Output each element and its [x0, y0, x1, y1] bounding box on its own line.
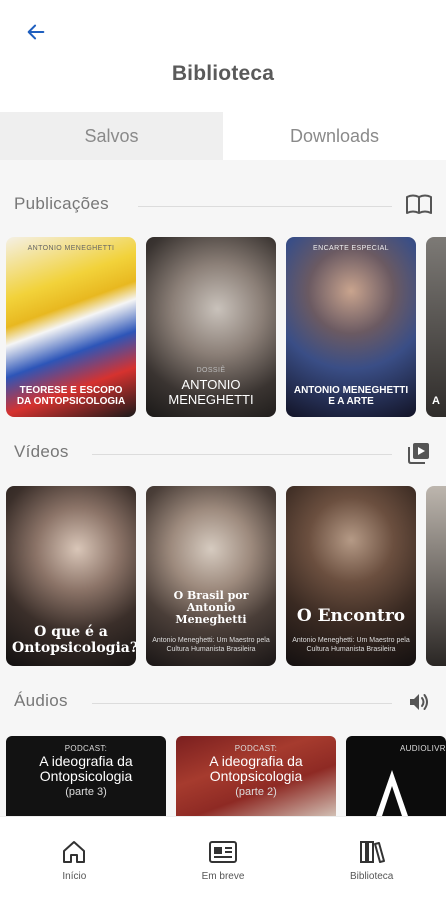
audio-card[interactable]: PODCAST: A ideografia da Ontopsicologia … — [6, 736, 166, 816]
publication-eyebrow: Antonio Meneghetti — [27, 245, 115, 252]
library-content[interactable]: Publicações Antonio Meneghetti TEORESE E… — [0, 160, 446, 816]
audiobook-cover-art — [376, 770, 408, 816]
section-header-publicacoes: Publicações — [0, 184, 446, 224]
video-card[interactable]: O Encontro Antonio Meneghetti: Um Maestr… — [286, 486, 416, 666]
audio-card[interactable]: AUDIOLIVR — [346, 736, 446, 816]
video-card[interactable]: O Brasil por Antonio Meneghetti Antonio … — [146, 486, 276, 666]
open-book-icon — [406, 194, 432, 214]
section-divider — [92, 454, 392, 455]
tab-downloads[interactable]: Downloads — [223, 112, 446, 160]
nav-label-biblioteca: Biblioteca — [350, 871, 394, 882]
nav-label-em-breve: Em breve — [201, 871, 245, 882]
video-subtitle: Antonio Meneghetti: Um Maestro pela Cult… — [292, 637, 410, 653]
audio-title: A ideografia da Ontopsicologia — [209, 753, 303, 785]
video-card[interactable] — [426, 486, 446, 666]
videos-carousel[interactable]: O que é a Ontopsicologia? O Brasil por A… — [0, 486, 446, 666]
publication-title: ANTONIO MENEGHETTI — [168, 377, 254, 407]
page-title: Biblioteca — [171, 62, 275, 85]
audio-part: (parte 2) — [235, 786, 277, 798]
videos-button[interactable] — [404, 438, 434, 468]
section-divider — [92, 703, 392, 704]
nav-em-breve[interactable]: Em breve — [149, 817, 298, 900]
newspaper-icon — [209, 841, 237, 863]
arrow-left-icon — [27, 24, 45, 40]
publication-title: TEORESE E ESCOPO DA ONTOPSICOLOGIA — [16, 385, 126, 407]
back-button[interactable] — [22, 18, 50, 46]
nav-label-inicio: Início — [62, 871, 87, 882]
audios-carousel[interactable]: PODCAST: A ideografia da Ontopsicologia … — [0, 736, 446, 816]
section-title-videos: Vídeos — [14, 442, 69, 461]
video-title: O Encontro — [296, 606, 406, 627]
video-title: O que é a Ontopsicologia? — [12, 624, 136, 656]
publication-eyebrow: Encarte Especial — [313, 245, 389, 252]
section-divider — [138, 206, 392, 207]
publication-card[interactable]: DOSSIÊ ANTONIO MENEGHETTI — [146, 237, 276, 417]
audios-button[interactable] — [404, 687, 434, 717]
publicacoes-button[interactable] — [404, 190, 434, 220]
audio-eyebrow: PODCAST: — [234, 744, 278, 753]
publication-card[interactable]: Antonio Meneghetti TEORESE E ESCOPO DA O… — [6, 237, 136, 417]
publication-card[interactable]: Encarte Especial ANTONIO MENEGHETTI E A … — [286, 237, 416, 417]
video-subtitle: Antonio Meneghetti: Um Maestro pela Cult… — [152, 637, 270, 653]
publication-title: ANTONIO MENEGHETTI E A ARTE — [293, 385, 409, 407]
audio-card[interactable]: PODCAST: A ideografia da Ontopsicologia … — [176, 736, 336, 816]
tab-bar: Salvos Downloads — [0, 112, 446, 160]
nav-inicio[interactable]: Início — [0, 817, 149, 900]
audio-eyebrow: PODCAST: — [64, 744, 108, 753]
publication-eyebrow: DOSSIÊ — [196, 367, 226, 374]
nav-biblioteca[interactable]: Biblioteca — [297, 817, 446, 900]
audio-title: A ideografia da Ontopsicologia — [39, 753, 133, 785]
tab-salvos[interactable]: Salvos — [0, 112, 223, 160]
bottom-navigation: Início Em breve Biblioteca — [0, 816, 446, 900]
speaker-icon — [410, 694, 428, 710]
home-icon — [63, 841, 86, 863]
publication-card[interactable]: A — [426, 237, 446, 417]
video-card[interactable]: O que é a Ontopsicologia? — [6, 486, 136, 666]
audio-part: (parte 3) — [65, 786, 107, 798]
video-title: O Brasil por Antonio Meneghetti — [173, 588, 249, 626]
video-library-icon — [408, 443, 429, 464]
section-header-audios: Áudios — [0, 681, 446, 721]
section-title-publicacoes: Publicações — [14, 194, 109, 213]
publication-title: A — [432, 394, 440, 407]
library-books-icon — [359, 841, 385, 863]
section-header-videos: Vídeos — [0, 432, 446, 472]
publicacoes-carousel[interactable]: Antonio Meneghetti TEORESE E ESCOPO DA O… — [0, 237, 446, 417]
app-header: Biblioteca — [0, 0, 446, 112]
section-title-audios: Áudios — [14, 691, 68, 710]
audio-eyebrow: AUDIOLIVR — [400, 744, 446, 753]
